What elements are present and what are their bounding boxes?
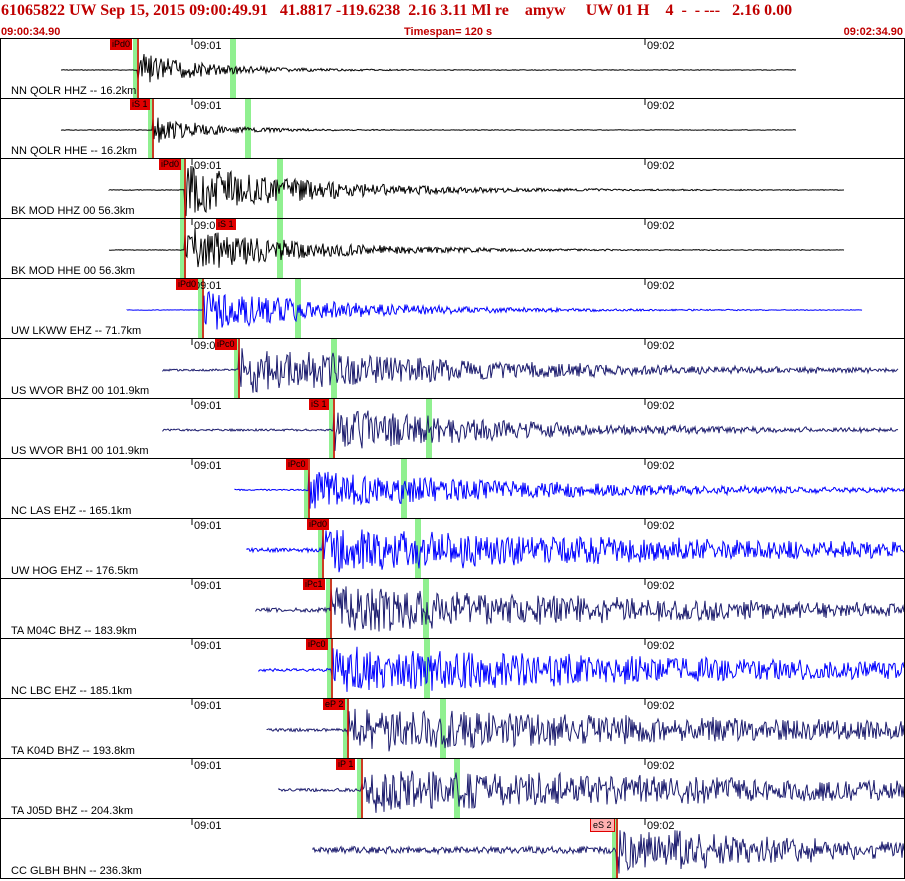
- pick-window: [331, 339, 337, 398]
- waveform-trace: [162, 348, 899, 393]
- time-tick-label: 09:02: [647, 820, 675, 832]
- time-tick-label: 09:02: [647, 580, 675, 592]
- time-tick-label: 09:02: [647, 280, 675, 292]
- waveform-plot: [191, 759, 904, 818]
- channel-label: BK MOD HHE 00 56.3km: [11, 265, 136, 277]
- channel-label: NN QOLR HHZ -- 16.2km: [11, 85, 137, 97]
- phase-pick-flag[interactable]: iS 1: [309, 399, 329, 410]
- waveform-trace: [162, 410, 899, 451]
- phase-pick-flag[interactable]: iP 1: [336, 759, 356, 770]
- timespan: Timespan= 120 s: [404, 26, 493, 38]
- phase-pick-flag[interactable]: iPc1: [303, 579, 325, 590]
- waveform-trace: [266, 708, 904, 752]
- phase-pick-flag[interactable]: iS 1: [130, 99, 150, 110]
- waveform-panel[interactable]: 09:01 09:02 iPc0 US WVOR BHZ 00 101.9km: [0, 339, 905, 399]
- waveform-trace: [312, 830, 904, 874]
- time-tick-label: 09:01: [194, 760, 222, 772]
- pick-window: [454, 759, 460, 818]
- waveform-plot: [191, 639, 904, 698]
- waveform-panel[interactable]: 09:01 09:02 iP 1 TA J05D BHZ -- 204.3km: [0, 759, 905, 819]
- pick-window: [423, 579, 429, 638]
- waveform-plot: [108, 159, 844, 218]
- time-tick-label: 09:02: [647, 160, 675, 172]
- time-tick-label: 09:01: [194, 520, 222, 532]
- waveform-plot: [191, 459, 904, 518]
- phase-pick-flag[interactable]: iPd0: [159, 159, 182, 170]
- waveform-panel[interactable]: 09:01 09:02 iPd0 NN QOLR HHZ -- 16.2km: [0, 39, 905, 99]
- channel-label: CC GLBH BHN -- 236.3km: [11, 865, 142, 877]
- waveform-panel[interactable]: 09:01 09:02 iPd0 BK MOD HHZ 00 56.3km: [0, 159, 905, 219]
- time-tick-label: 09:01: [194, 400, 222, 412]
- waveform-panel[interactable]: 09:01 09:02 iS 1 NN QOLR HHE -- 16.2km: [0, 99, 905, 159]
- waveform-panel[interactable]: 09:01 09:02 iS 1 US WVOR BH1 00 101.9km: [0, 399, 905, 459]
- phase-pick-flag[interactable]: iPd0: [307, 519, 330, 530]
- time-tick-label: 09:01: [194, 580, 222, 592]
- phase-pick-flag[interactable]: eS 2: [590, 819, 615, 832]
- channel-label: TA K04D BHZ -- 193.8km: [11, 745, 135, 757]
- time-tick-label: 09:01: [194, 700, 222, 712]
- waveform-trace: [108, 228, 845, 268]
- time-tick-label: 09:01: [194, 160, 222, 172]
- time-tick-label: 09:01: [194, 640, 222, 652]
- phase-pick-flag[interactable]: eP 2: [323, 699, 346, 710]
- waveform-panel[interactable]: 09:01 09:02 iPd0 UW HOG EHZ -- 176.5km: [0, 519, 905, 579]
- time-tick-label: 09:02: [647, 460, 675, 472]
- phase-pick-flag[interactable]: iPc0: [215, 339, 237, 350]
- channel-label: TA M04C BHZ -- 183.9km: [11, 625, 137, 637]
- waveform-plot: [108, 219, 845, 278]
- time-tick-label: 09:02: [647, 640, 675, 652]
- time-tick-label: 09:02: [647, 340, 675, 352]
- waveform-panel[interactable]: 09:01 09:02 iPc0 NC LBC EHZ -- 185.1km: [0, 639, 905, 699]
- waveform-panel[interactable]: 09:01 09:02 iPd0 UW LKWW EHZ -- 71.7km: [0, 279, 905, 339]
- phase-pick-flag[interactable]: iPc0: [306, 639, 328, 650]
- waveform-panel[interactable]: 09:01 09:02 iPc1 TA M04C BHZ -- 183.9km: [0, 579, 905, 639]
- waveform-trace: [61, 53, 797, 83]
- waveform-panel[interactable]: 09:01 09:02 eP 2 TA K04D BHZ -- 193.8km: [0, 699, 905, 759]
- waveform-trace: [258, 646, 904, 692]
- channel-label: UW HOG EHZ -- 176.5km: [11, 565, 139, 577]
- event-header: 61065822 UW Sep 15, 2015 09:00:49.91 41.…: [0, 0, 905, 38]
- waveform-panels: 09:01 09:02 iPd0 NN QOLR HHZ -- 16.2km 09:01…: [0, 38, 905, 881]
- waveform-panel[interactable]: 09:01 09:02 iPc0 NC LAS EHZ -- 165.1km: [0, 459, 905, 519]
- time-tick-label: 09:01: [194, 100, 222, 112]
- channel-label: TA J05D BHZ -- 204.3km: [11, 805, 134, 817]
- waveform-panel[interactable]: 09:01 09:02 eS 2 CC GLBH BHN -- 236.3km: [0, 819, 905, 879]
- time-tick-label: 09:02: [647, 100, 675, 112]
- time-tick-label: 09:01: [194, 40, 222, 52]
- waveform-panel[interactable]: 09:01 09:02 iS 1 BK MOD HHE 00 56.3km: [0, 219, 905, 279]
- phase-pick-flag[interactable]: iS 1: [216, 219, 236, 230]
- time-tick-label: 09:01: [194, 820, 222, 832]
- time-tick-label: 09:02: [647, 220, 675, 232]
- waveform-trace: [234, 471, 904, 509]
- waveform-plot: [61, 39, 797, 98]
- waveform-trace: [278, 770, 904, 813]
- channel-label: US WVOR BHZ 00 101.9km: [11, 385, 150, 397]
- waveform-trace: [126, 290, 863, 330]
- waveform-plot: [191, 699, 904, 758]
- phase-pick-flag[interactable]: iPc0: [286, 459, 308, 470]
- time-tick-label: 09:01: [194, 280, 222, 292]
- event-title: 61065822 UW Sep 15, 2015 09:00:49.91 41.…: [1, 2, 793, 19]
- phase-pick-flag[interactable]: iPd0: [176, 279, 199, 290]
- channel-label: UW LKWW EHZ -- 71.7km: [11, 325, 142, 337]
- channel-label: BK MOD HHZ 00 56.3km: [11, 205, 135, 217]
- channel-label: NN QOLR HHE -- 16.2km: [11, 145, 137, 157]
- time-tick-label: 09:02: [647, 400, 675, 412]
- time-tick-label: 09:02: [647, 700, 675, 712]
- waveform-trace: [255, 586, 904, 632]
- time-tick-label: 09:02: [647, 40, 675, 52]
- time-tick-label: 09:01: [194, 460, 222, 472]
- pick-window: [415, 519, 421, 578]
- channel-label: NC LAS EHZ -- 165.1km: [11, 505, 132, 517]
- start-time: 09:00:34.90: [1, 26, 61, 38]
- phase-pick-flag[interactable]: iPd0: [110, 39, 133, 50]
- waveform-trace: [246, 529, 904, 573]
- end-time: 09:02:34.90: [843, 26, 903, 38]
- waveform-trace: [108, 165, 844, 217]
- channel-label: US WVOR BH1 00 101.9km: [11, 445, 149, 457]
- channel-label: NC LBC EHZ -- 185.1km: [11, 685, 133, 697]
- time-tick-label: 09:02: [647, 520, 675, 532]
- time-tick-label: 09:02: [647, 760, 675, 772]
- waveform-trace: [60, 117, 796, 143]
